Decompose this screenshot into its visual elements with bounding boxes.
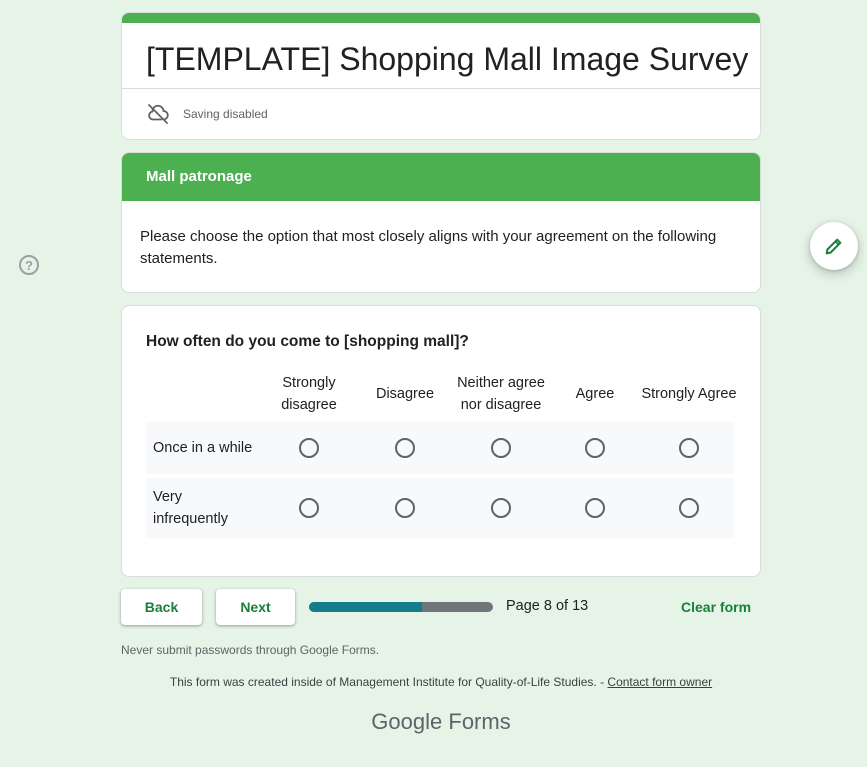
row-label: Very infrequently xyxy=(153,489,228,527)
title-card-accent-bar xyxy=(122,13,760,23)
radio-button[interactable] xyxy=(679,438,699,458)
radio-button[interactable] xyxy=(299,498,319,518)
brand-forms: Forms xyxy=(448,709,511,734)
radio-button[interactable] xyxy=(395,438,415,458)
column-header: Strongly Agree xyxy=(641,386,737,402)
section-title: Mall patronage xyxy=(122,153,760,201)
saving-status: Saving disabled xyxy=(122,89,760,139)
grid-row: Once in a while xyxy=(146,422,734,474)
row-label: Once in a while xyxy=(153,440,253,456)
choice-grid: Strongly disagree Disagree Neither agree… xyxy=(146,372,737,542)
radio-button[interactable] xyxy=(491,498,511,518)
password-warning: Never submit passwords through Google Fo… xyxy=(121,643,380,657)
radio-button[interactable] xyxy=(585,438,605,458)
radio-button[interactable] xyxy=(299,438,319,458)
section-description: Please choose the option that most close… xyxy=(140,228,717,267)
section-card: Mall patronage Please choose the option … xyxy=(121,152,761,293)
column-header: Disagree xyxy=(375,386,435,402)
question-card: How often do you come to [shopping mall]… xyxy=(121,305,761,577)
brand-google: Google xyxy=(371,709,443,734)
clear-form-button[interactable]: Clear form xyxy=(681,599,751,615)
radio-button[interactable] xyxy=(395,498,415,518)
contact-owner-link[interactable]: Contact form owner xyxy=(607,675,712,689)
google-forms-logo: Google Forms xyxy=(0,709,867,735)
created-text: This form was created inside of Manageme… xyxy=(169,675,608,689)
created-notice: This form was created inside of Manageme… xyxy=(0,675,867,689)
cloud-off-icon xyxy=(148,104,169,124)
grid-header: Strongly disagree Disagree Neither agree… xyxy=(146,372,737,422)
form-title: [TEMPLATE] Shopping Mall Image Survey xyxy=(146,41,749,77)
grid-row: Very infrequently xyxy=(146,478,734,538)
column-header: Strongly disagree xyxy=(281,375,337,413)
column-header: Agree xyxy=(575,386,615,402)
edit-button[interactable] xyxy=(810,222,858,270)
question-title: How often do you come to [shopping mall]… xyxy=(146,333,469,350)
form-title-card: [TEMPLATE] Shopping Mall Image Survey Sa… xyxy=(121,12,761,140)
radio-button[interactable] xyxy=(491,438,511,458)
pencil-icon xyxy=(825,238,842,255)
saving-disabled-text: Saving disabled xyxy=(183,107,268,121)
help-icon[interactable]: ? xyxy=(19,255,39,275)
back-button[interactable]: Back xyxy=(121,589,202,625)
next-button[interactable]: Next xyxy=(216,589,295,625)
radio-button[interactable] xyxy=(679,498,699,518)
progress-bar xyxy=(309,602,493,612)
radio-button[interactable] xyxy=(585,498,605,518)
progress-bar-fill xyxy=(309,602,423,612)
column-header: Neither agree nor disagree xyxy=(457,375,545,413)
page-indicator: Page 8 of 13 xyxy=(506,598,589,614)
